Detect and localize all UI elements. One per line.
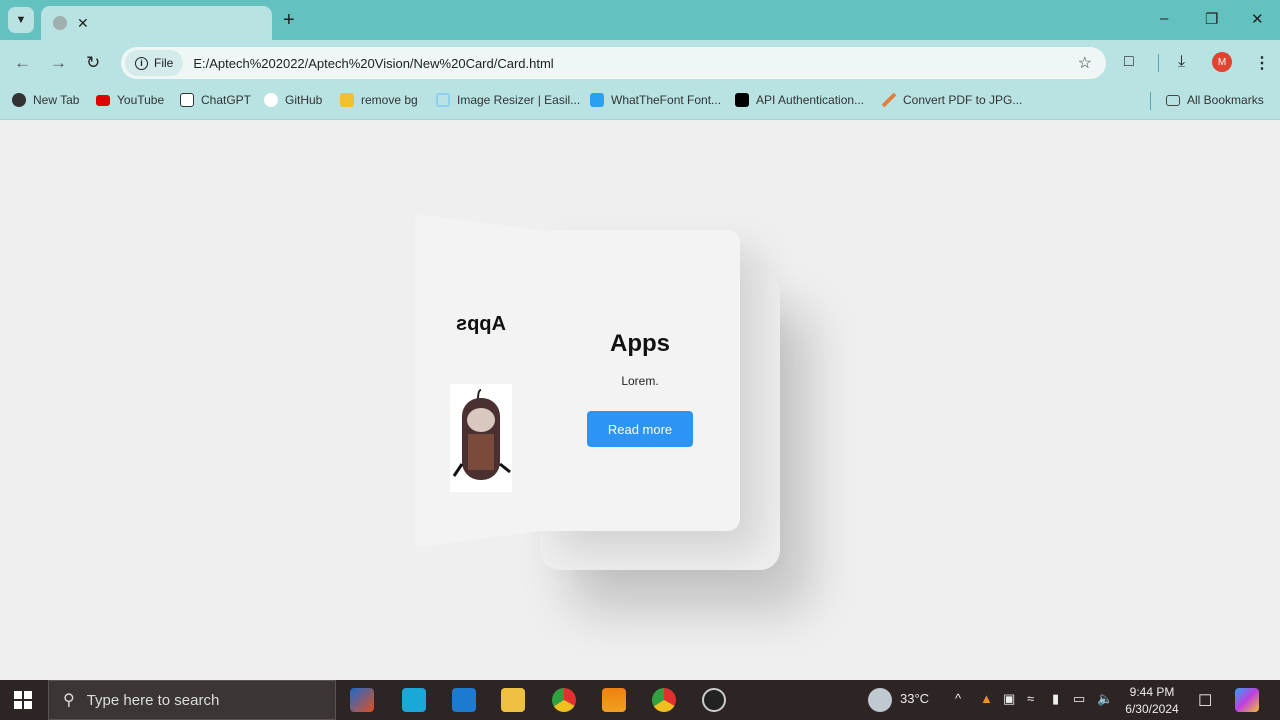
taskbar: ⚲ Type here to search 33°C ^ ▲ ▣ ≈ ▮ ▭ 🔈 … — [0, 680, 1280, 720]
bookmark-new-tab[interactable]: New Tab — [12, 93, 79, 107]
matlab-icon[interactable] — [350, 688, 374, 712]
battery-icon[interactable]: ▭ — [1073, 691, 1085, 707]
chevron-down-icon: ▼ — [15, 14, 27, 26]
clock[interactable]: 9:44 PM 6/30/2024 — [1120, 684, 1184, 718]
bookmark-api-authentication[interactable]: API Authentication... — [735, 93, 864, 107]
profile-avatar[interactable]: M — [1212, 52, 1232, 72]
youtube-icon — [96, 94, 110, 106]
pdf-convert-icon — [882, 93, 896, 107]
notification-icon[interactable]: ☐ — [1198, 691, 1212, 711]
bookmark-label: All Bookmarks — [1187, 93, 1264, 107]
bookmark-label: API Authentication... — [756, 93, 865, 107]
browser-toolbar: ← → ↻ i File E:/Aptech%202022/Aptech%20Vi… — [0, 40, 1280, 86]
chrome-icon[interactable] — [552, 688, 576, 712]
copilot-icon[interactable] — [1235, 688, 1259, 712]
clock-time: 9:44 PM — [1129, 685, 1175, 699]
window-close-button[interactable]: ✕ — [1251, 10, 1264, 28]
card-description: Lorem. — [621, 374, 659, 388]
toolbar-divider — [1158, 54, 1159, 72]
tab-search-button[interactable]: ▼ — [8, 7, 34, 33]
wifi-icon[interactable]: ≈ — [1027, 691, 1034, 706]
chevron-up-icon[interactable]: ^ — [955, 691, 961, 706]
bookmark-label: New Tab — [33, 93, 80, 107]
folder-icon — [1166, 94, 1180, 106]
search-placeholder: Type here to search — [86, 691, 220, 709]
camera-icon[interactable]: ▣ — [1003, 691, 1015, 707]
clock-date: 6/30/2024 — [1125, 702, 1179, 716]
removebg-icon — [340, 93, 354, 107]
globe-icon — [12, 93, 26, 107]
bookmark-image-resizer[interactable]: Image Resizer | Easil... — [436, 93, 580, 107]
forward-button[interactable]: → — [50, 53, 67, 73]
chatgpt-icon — [180, 93, 194, 107]
bookmark-whatthefont[interactable]: WhatTheFont Font... — [590, 93, 721, 107]
weather-icon[interactable] — [868, 688, 892, 712]
minimize-button[interactable]: – — [1160, 10, 1168, 27]
cursor-app-icon[interactable] — [402, 688, 426, 712]
medium-icon — [735, 93, 749, 107]
download-icon[interactable]: ⤓ — [1178, 53, 1185, 71]
bookmarks-bar: New Tab YouTube ChatGPT GitHub remove bg… — [0, 86, 1280, 120]
bookmark-convert-pdf[interactable]: Convert PDF to JPG... — [882, 93, 1022, 107]
address-bar[interactable]: i File E:/Aptech%202022/Aptech%20Vision/N… — [121, 47, 1106, 79]
vlc-icon[interactable] — [602, 688, 626, 712]
title-bar: ▼ Document ✕ + – ❐ ✕ — [0, 0, 1280, 350]
site-info-chip[interactable]: i File — [125, 50, 184, 76]
bookmark-label: Image Resizer | Easil... — [457, 93, 581, 107]
bookmark-star-icon[interactable]: ☆ — [1078, 53, 1092, 73]
new-tab-button[interactable]: + — [283, 9, 295, 32]
read-more-button[interactable]: Read more — [587, 411, 693, 447]
all-bookmarks-button[interactable]: All Bookmarks — [1166, 93, 1264, 107]
card-title: Apps — [610, 330, 670, 357]
tab-document[interactable]: Document ✕ — [41, 6, 710, 350]
bookmark-remove-bg[interactable]: remove bg — [340, 93, 418, 107]
taskbar-search[interactable]: ⚲ Type here to search — [48, 680, 336, 720]
bookmark-label: GitHub — [285, 93, 323, 107]
obs-icon[interactable] — [702, 688, 726, 712]
github-icon — [264, 93, 278, 107]
mirrored-card-title: Apps — [456, 313, 506, 335]
bookmark-youtube[interactable]: YouTube — [96, 93, 164, 107]
chip-label: File — [154, 56, 174, 70]
menu-kebab-icon[interactable]: ⋮ — [1254, 53, 1270, 73]
volume-icon[interactable]: 🔈 — [1097, 691, 1113, 707]
url-text[interactable]: E:/Aptech%202022/Aptech%20Vision/New%20C… — [193, 56, 553, 71]
info-icon: i — [135, 56, 148, 70]
weather-temperature[interactable]: 33°C — [900, 691, 929, 706]
restore-button[interactable]: ❐ — [1205, 10, 1218, 28]
bookmark-label: WhatTheFont Font... — [611, 93, 722, 107]
image-resizer-icon — [436, 93, 450, 107]
backpack-image — [450, 384, 512, 492]
bookmark-label: Convert PDF to JPG... — [903, 93, 1023, 107]
globe-icon — [53, 16, 67, 30]
chrome-profile-icon[interactable] — [652, 688, 676, 712]
bookmark-label: remove bg — [361, 93, 418, 107]
search-icon: ⚲ — [63, 692, 75, 709]
close-icon[interactable]: ✕ — [77, 15, 89, 32]
extensions-icon[interactable]: □ — [1124, 53, 1134, 71]
whatthefont-icon — [590, 93, 604, 107]
bookmark-label: YouTube — [117, 93, 165, 107]
bookmarks-divider — [1150, 92, 1151, 110]
file-explorer-icon[interactable] — [501, 688, 525, 712]
bookmark-chatgpt[interactable]: ChatGPT — [180, 93, 251, 107]
bookmark-github[interactable]: GitHub — [264, 93, 322, 107]
card-flipped-panel — [415, 214, 540, 548]
bookmark-label: ChatGPT — [201, 93, 252, 107]
vscode-icon[interactable] — [452, 688, 476, 712]
reload-button[interactable]: ↻ — [86, 53, 100, 73]
windows-start-button[interactable] — [14, 691, 32, 709]
vlc-tray-icon[interactable]: ▲ — [980, 691, 993, 706]
microphone-icon[interactable]: ▮ — [1052, 691, 1059, 707]
back-button[interactable]: ← — [14, 53, 31, 73]
